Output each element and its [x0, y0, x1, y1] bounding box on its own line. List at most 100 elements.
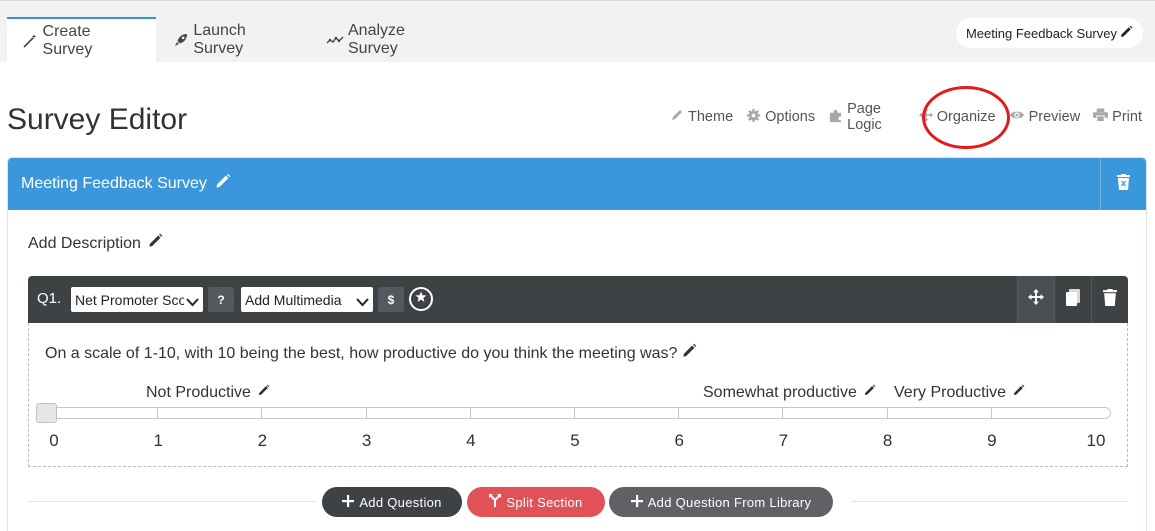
- add-question-from-library-button[interactable]: Add Question From Library: [609, 487, 833, 517]
- tab-label: Create Survey: [42, 23, 93, 58]
- print-button[interactable]: Print: [1093, 108, 1142, 126]
- scale-value-label: 0: [49, 431, 59, 450]
- question-q1: Q1. Net Promoter Score ? Add Multimedia …: [28, 276, 1128, 467]
- tab-label: Launch Survey: [193, 22, 246, 57]
- scale-value-label: 6: [674, 431, 684, 450]
- help-label: ?: [217, 292, 225, 307]
- add-question-button[interactable]: Add Question: [322, 487, 462, 517]
- eye-icon: [1009, 109, 1029, 125]
- options-label: Options: [765, 109, 816, 125]
- page-logic-button[interactable]: Page Logic: [828, 101, 906, 133]
- organize-label: Organize: [936, 109, 996, 125]
- pencil-icon: [677, 343, 697, 364]
- plus-icon: [342, 494, 359, 510]
- question-type-select[interactable]: Net Promoter Score: [71, 287, 203, 312]
- delete-question-button[interactable]: [1091, 276, 1128, 323]
- slider-tick: [261, 407, 263, 419]
- scale-value-label: 5: [570, 431, 580, 450]
- slider-tick: [990, 407, 992, 419]
- question-actions: [1017, 276, 1128, 323]
- trash-icon: [1103, 288, 1117, 311]
- print-label: Print: [1112, 109, 1142, 125]
- split-section-label: Split Section: [506, 494, 583, 510]
- pencil-icon: [857, 384, 876, 402]
- star-icon: [415, 290, 427, 308]
- nps-slider-thumb[interactable]: [36, 403, 57, 423]
- dollar-label: $: [387, 292, 395, 307]
- gear-icon: [746, 108, 765, 127]
- question-type-value: Net Promoter Score: [75, 291, 199, 308]
- tab-launch-survey[interactable]: Launch Survey: [158, 17, 310, 63]
- editor-toolbar: Theme Options Page Logic Organize Previe…: [670, 101, 1155, 133]
- pencil-icon: [1006, 384, 1025, 402]
- tab-create-survey[interactable]: Create Survey: [7, 17, 156, 63]
- move-arrows-icon: [1028, 289, 1044, 310]
- tab-label: Analyze Survey: [348, 22, 405, 57]
- puzzle-icon: [828, 108, 847, 127]
- survey-editor-page: Create Survey Launch Survey Analyze Surv…: [0, 0, 1155, 531]
- line-chart-icon: [326, 31, 344, 49]
- add-from-library-label: Add Question From Library: [647, 494, 812, 510]
- brush-icon: [670, 108, 688, 126]
- scale-value-label: 8: [882, 431, 893, 450]
- nps-slider-track[interactable]: [45, 407, 1111, 419]
- copy-question-button[interactable]: [1054, 276, 1091, 323]
- slider-tick: [886, 407, 888, 419]
- help-button[interactable]: ?: [208, 287, 234, 312]
- theme-label: Theme: [688, 109, 734, 125]
- star-button[interactable]: [409, 287, 433, 311]
- copy-icon: [1066, 288, 1080, 311]
- section-header: Meeting Feedback Survey: [8, 158, 1146, 210]
- scale-value-label: 9: [987, 431, 997, 450]
- add-description[interactable]: Add Description: [28, 233, 163, 254]
- multimedia-value: Add Multimedia: [245, 291, 342, 308]
- question-text-label: On a scale of 1-10, with 10 being the be…: [45, 344, 678, 362]
- page-title: Survey Editor: [7, 103, 188, 136]
- scale-value-label: 2: [257, 431, 268, 450]
- magic-wand-icon: [21, 32, 39, 50]
- rocket-icon: [172, 31, 189, 49]
- move-arrows-icon: [918, 108, 937, 126]
- split-section-button[interactable]: Split Section: [467, 487, 605, 517]
- add-question-label: Add Question: [359, 494, 442, 510]
- survey-name-chip[interactable]: Meeting Feedback Survey: [955, 18, 1143, 48]
- slider-tick: [469, 407, 471, 419]
- scale-label-high[interactable]: Very Productive: [894, 384, 1025, 402]
- survey-name-label: Meeting Feedback Survey: [965, 25, 1117, 41]
- delete-section-button[interactable]: [1100, 158, 1146, 210]
- slider-tick: [782, 407, 784, 419]
- slider-tick: [574, 407, 575, 419]
- divider-left: [28, 501, 316, 502]
- chevron-down-icon: [184, 294, 199, 310]
- pencil-icon: [251, 384, 270, 402]
- section-title-label: Meeting Feedback Survey: [21, 175, 207, 192]
- scale-value-label: 10: [1086, 431, 1106, 450]
- printer-icon: [1093, 108, 1112, 126]
- question-text[interactable]: On a scale of 1-10, with 10 being the be…: [45, 343, 697, 364]
- preview-button[interactable]: Preview: [1009, 109, 1080, 125]
- options-button[interactable]: Options: [746, 108, 815, 127]
- question-body: On a scale of 1-10, with 10 being the be…: [28, 323, 1128, 467]
- organize-button[interactable]: Organize: [918, 108, 996, 126]
- scale-value-label: 3: [361, 431, 372, 450]
- dollar-button[interactable]: $: [378, 287, 404, 312]
- scale-label-low-text: Not Productive: [146, 384, 251, 401]
- scale-label-high-text: Very Productive: [894, 384, 1007, 401]
- scale-label-low[interactable]: Not Productive: [146, 384, 270, 402]
- move-question-button[interactable]: [1017, 276, 1054, 323]
- divider-right: [851, 501, 1128, 502]
- pencil-icon: [141, 233, 163, 254]
- section-title[interactable]: Meeting Feedback Survey: [21, 173, 231, 195]
- question-toolbar: Q1. Net Promoter Score ? Add Multimedia …: [28, 276, 1128, 323]
- add-description-label: Add Description: [28, 234, 141, 252]
- page-logic-label: Page Logic: [847, 101, 882, 133]
- top-navigation: Create Survey Launch Survey Analyze Surv…: [0, 0, 1155, 63]
- add-multimedia-select[interactable]: Add Multimedia: [241, 287, 373, 312]
- scale-label-mid-text: Somewhat productive: [703, 384, 857, 401]
- plus-icon: [630, 494, 648, 510]
- tab-analyze-survey[interactable]: Analyze Survey: [312, 17, 472, 63]
- slider-tick: [157, 407, 159, 419]
- slider-tick: [678, 407, 680, 419]
- scale-label-mid[interactable]: Somewhat productive: [703, 384, 876, 402]
- theme-button[interactable]: Theme: [670, 108, 733, 126]
